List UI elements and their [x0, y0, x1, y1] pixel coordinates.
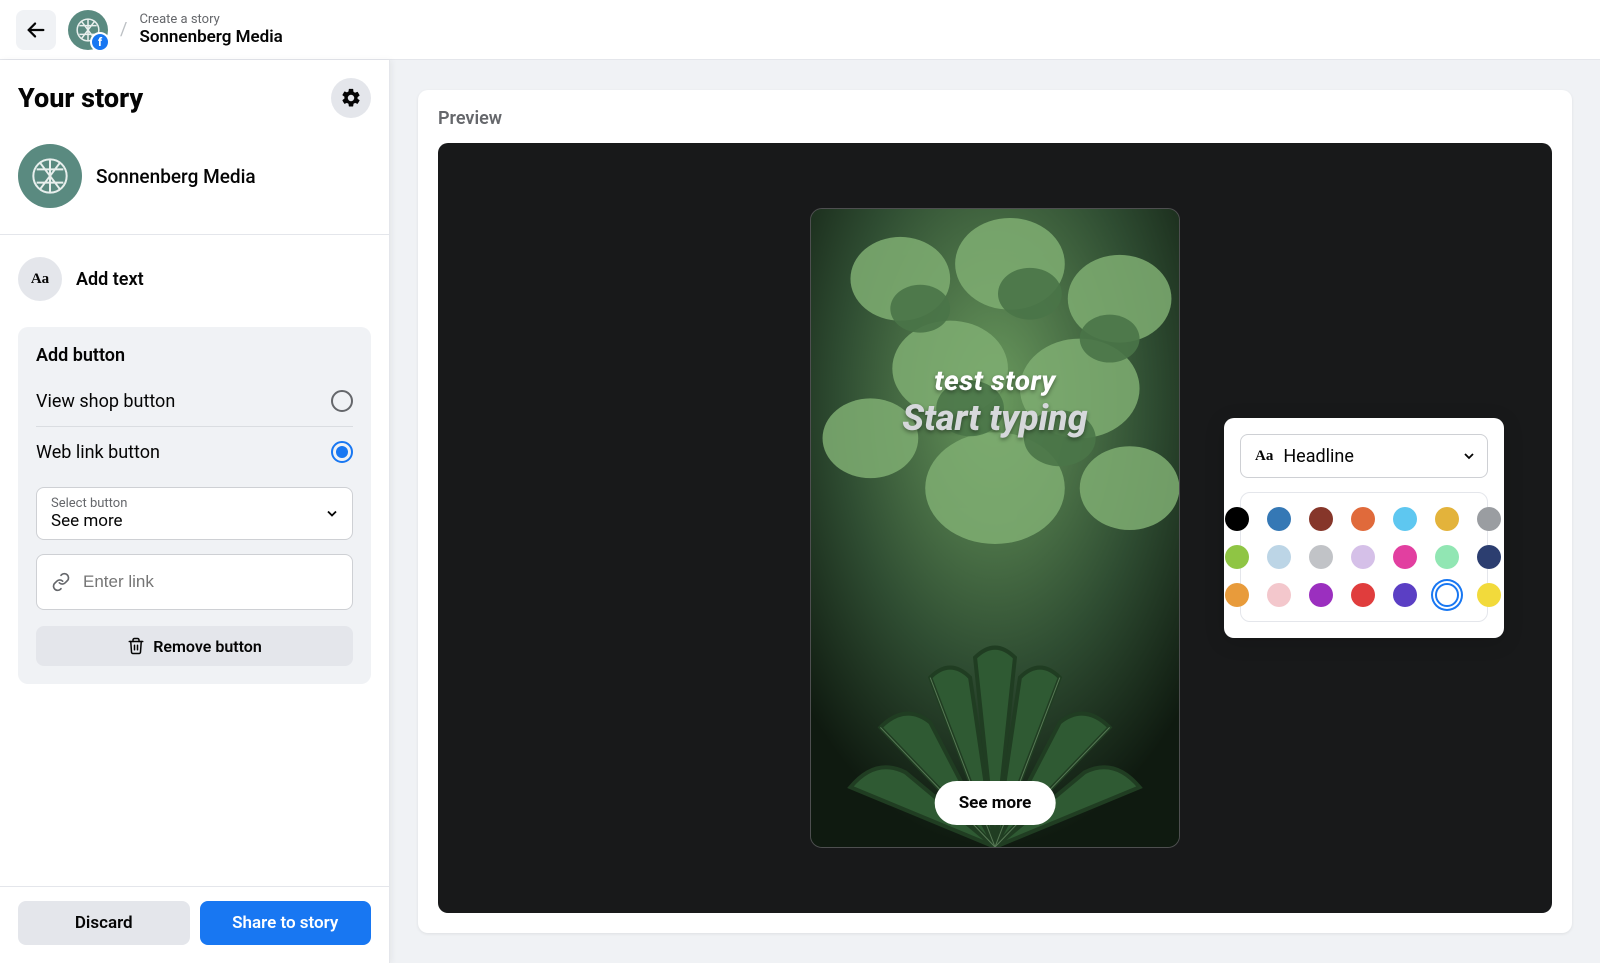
page-avatar	[18, 144, 82, 208]
radio-view-shop[interactable]	[331, 390, 353, 412]
select-button-dropdown[interactable]: Select button See more	[36, 487, 353, 540]
remove-button[interactable]: Remove button	[36, 626, 353, 666]
page-avatar-small[interactable]: f	[68, 10, 108, 50]
preview-stage: test story Start typing See more Aa Head…	[438, 143, 1552, 913]
color-swatch[interactable]	[1477, 545, 1501, 569]
sidebar-footer: Discard Share to story	[0, 886, 389, 963]
text-icon: Aa	[18, 257, 62, 301]
add-button-card: Add button View shop button Web link but…	[18, 327, 371, 684]
font-select-dropdown[interactable]: Aa Headline	[1240, 434, 1488, 478]
trash-icon	[127, 637, 145, 655]
link-input-box[interactable]	[36, 554, 353, 610]
color-swatch[interactable]	[1393, 583, 1417, 607]
color-swatch-box	[1240, 492, 1488, 622]
arrow-left-icon	[25, 19, 47, 41]
link-input[interactable]	[83, 572, 338, 592]
page-name: Sonnenberg Media	[96, 165, 256, 188]
text-icon: Aa	[1255, 448, 1273, 465]
breadcrumb: Create a story Sonnenberg Media	[139, 12, 282, 47]
story-cta-button[interactable]: See more	[935, 781, 1056, 825]
preview-card: Preview	[418, 90, 1572, 933]
color-swatch[interactable]	[1351, 507, 1375, 531]
story-text[interactable]: test story Start typing	[811, 364, 1179, 439]
share-button[interactable]: Share to story	[200, 901, 372, 945]
option-view-shop[interactable]: View shop button	[36, 380, 353, 422]
discard-button[interactable]: Discard	[18, 901, 190, 945]
story-text-line2: Start typing	[811, 397, 1179, 439]
color-swatch[interactable]	[1267, 583, 1291, 607]
color-swatch[interactable]	[1309, 583, 1333, 607]
option-web-link[interactable]: Web link button	[36, 431, 353, 473]
color-swatch[interactable]	[1351, 545, 1375, 569]
divider	[36, 426, 353, 427]
caret-down-icon	[1463, 450, 1475, 462]
content-area: Preview	[390, 60, 1600, 963]
story-frame[interactable]: test story Start typing See more	[810, 208, 1180, 848]
leaf-logo-icon	[30, 156, 70, 196]
color-swatch[interactable]	[1435, 545, 1459, 569]
facebook-badge-icon: f	[90, 32, 110, 52]
color-swatch[interactable]	[1435, 507, 1459, 531]
settings-button[interactable]	[331, 78, 371, 118]
story-background-image	[811, 209, 1179, 847]
color-swatch[interactable]	[1267, 545, 1291, 569]
color-swatch[interactable]	[1393, 545, 1417, 569]
color-swatch[interactable]	[1225, 545, 1249, 569]
preview-title: Preview	[438, 108, 1552, 129]
color-swatch[interactable]	[1477, 507, 1501, 531]
breadcrumb-top: Create a story	[139, 12, 282, 27]
page-identity-row[interactable]: Sonnenberg Media	[0, 136, 389, 234]
color-swatch[interactable]	[1351, 583, 1375, 607]
add-button-title: Add button	[36, 345, 353, 366]
color-swatch[interactable]	[1309, 507, 1333, 531]
gear-icon	[340, 87, 362, 109]
back-button[interactable]	[16, 10, 56, 50]
color-swatch[interactable]	[1267, 507, 1291, 531]
color-swatch[interactable]	[1393, 507, 1417, 531]
breadcrumb-separator: /	[120, 19, 127, 40]
select-button-value: See more	[51, 511, 338, 531]
color-swatch[interactable]	[1225, 583, 1249, 607]
topbar: f / Create a story Sonnenberg Media	[0, 0, 1600, 60]
radio-web-link[interactable]	[331, 441, 353, 463]
sidebar: Your story Sonnenberg Media Aa Add text …	[0, 60, 390, 963]
add-text-label: Add text	[76, 269, 144, 290]
text-style-panel: Aa Headline	[1224, 418, 1504, 638]
add-text-button[interactable]: Aa Add text	[0, 235, 389, 323]
link-icon	[51, 572, 71, 592]
story-text-line1: test story	[811, 364, 1179, 397]
color-swatch[interactable]	[1309, 545, 1333, 569]
color-swatch[interactable]	[1477, 583, 1501, 607]
select-button-label: Select button	[51, 496, 338, 511]
breadcrumb-page: Sonnenberg Media	[139, 27, 282, 47]
color-swatch[interactable]	[1225, 507, 1249, 531]
font-select-value: Headline	[1283, 446, 1354, 467]
sidebar-title: Your story	[18, 82, 143, 114]
caret-down-icon	[326, 507, 338, 519]
color-swatch[interactable]	[1435, 583, 1459, 607]
remove-button-label: Remove button	[153, 637, 262, 656]
